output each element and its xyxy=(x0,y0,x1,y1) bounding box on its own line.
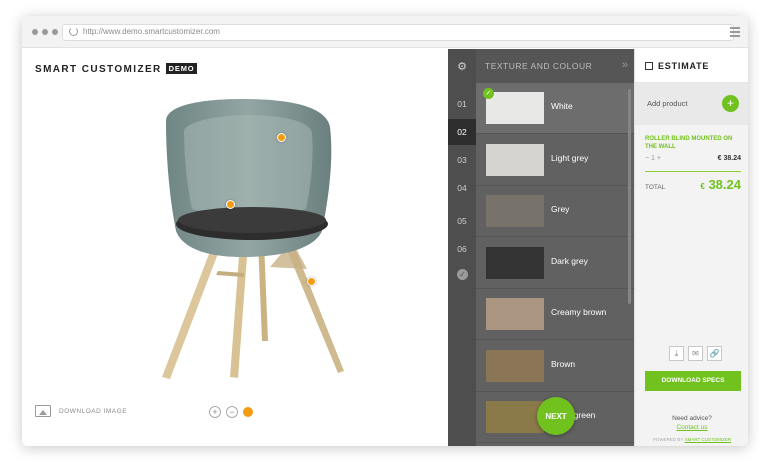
zoom-indicator[interactable] xyxy=(243,407,253,417)
collapse-arrow-icon[interactable]: » xyxy=(622,59,628,71)
link-icon[interactable]: 🔗 xyxy=(707,346,722,361)
total-label: TOTAL xyxy=(645,184,666,191)
powered-prefix: POWERED BY xyxy=(652,437,684,442)
window-dot[interactable] xyxy=(52,29,58,35)
add-product-plus-icon[interactable]: + xyxy=(722,95,739,112)
window-dot[interactable] xyxy=(32,29,38,35)
swatch-item[interactable]: Dark grey xyxy=(476,238,634,289)
image-download-icon xyxy=(35,405,51,417)
swatch-thumbnail[interactable] xyxy=(486,246,544,279)
contact-link[interactable]: Contact us xyxy=(635,423,748,432)
calculator-icon xyxy=(645,62,653,70)
swatch-label: White xyxy=(551,101,573,111)
line-item-price: € 38.24 xyxy=(717,155,741,162)
step-01[interactable]: 01 xyxy=(448,91,476,117)
swatch-item[interactable]: Light grey xyxy=(476,135,634,186)
window-dot[interactable] xyxy=(42,29,48,35)
advice-block: Need advice? Contact us xyxy=(635,414,748,432)
swatch-item[interactable]: Creamy brown xyxy=(476,289,634,340)
swatch-thumbnail[interactable] xyxy=(486,349,544,382)
steps-nav: ⚙ 01 02 03 04 05 06 ✓ xyxy=(448,49,476,446)
swatch-thumbnail[interactable] xyxy=(486,401,544,433)
texture-panel-title: TEXTURE AND COLOUR xyxy=(485,61,593,71)
total-value: € 38.24 xyxy=(700,177,741,192)
download-image-button[interactable]: DOWNLOAD IMAGE xyxy=(35,405,127,417)
hotspot-back[interactable] xyxy=(277,133,286,142)
advice-text: Need advice? xyxy=(672,415,712,422)
estimate-line-item: ROLLER BLIND MOUNTED ON THE WALL − 1 + €… xyxy=(645,135,741,162)
browser-window: http://www.demo.smartcustomizer.com SMAR… xyxy=(22,16,748,446)
swatch-thumbnail[interactable] xyxy=(486,143,544,176)
estimate-title: ESTIMATE xyxy=(658,61,710,71)
url-bar[interactable]: http://www.demo.smartcustomizer.com xyxy=(62,24,734,41)
quantity-value[interactable]: 1 xyxy=(651,155,655,162)
texture-panel-header: TEXTURE AND COLOUR » xyxy=(476,49,634,83)
step-03[interactable]: 03 xyxy=(448,147,476,173)
next-button[interactable]: NEXT xyxy=(537,397,575,435)
add-product-row[interactable]: Add product + xyxy=(635,83,748,125)
swatch-label: Grey xyxy=(551,204,570,214)
finish-check-icon[interactable]: ✓ xyxy=(457,269,468,280)
total-divider xyxy=(645,171,741,172)
brand-name: SMART CUSTOMIZER xyxy=(35,64,162,75)
texture-panel: TEXTURE AND COLOUR » White ✓ Light grey Gre… xyxy=(476,49,634,446)
estimate-header: ESTIMATE xyxy=(635,49,748,83)
menu-icon[interactable] xyxy=(730,27,740,39)
demo-badge: DEMO xyxy=(165,63,198,74)
swatch-item[interactable]: White ✓ xyxy=(476,83,634,134)
swatch-thumbnail[interactable] xyxy=(486,92,544,124)
brand-logo: SMART CUSTOMIZER DEMO xyxy=(35,63,198,75)
step-02[interactable]: 02 xyxy=(448,119,476,145)
mail-icon[interactable]: ✉ xyxy=(688,346,703,361)
step-06[interactable]: 06 xyxy=(448,236,476,262)
quantity-stepper[interactable]: − 1 + xyxy=(645,155,661,162)
powered-brand-link[interactable]: SMART CUSTOMIZER xyxy=(685,437,732,442)
swatch-thumbnail[interactable] xyxy=(486,298,544,330)
selected-check-icon: ✓ xyxy=(483,88,494,99)
chair-image xyxy=(162,99,344,379)
total-currency: € xyxy=(700,182,705,191)
line-item-name: ROLLER BLIND MOUNTED ON THE WALL xyxy=(645,136,733,150)
total-amount: 38.24 xyxy=(708,177,741,192)
swatch-thumbnail[interactable] xyxy=(486,195,544,227)
step-05[interactable]: 05 xyxy=(448,208,476,234)
swatch-item[interactable]: Brown xyxy=(476,341,634,392)
hotspot-seat[interactable] xyxy=(226,200,235,209)
download-specs-button[interactable]: DOWNLOAD SPECS xyxy=(645,371,741,391)
zoom-controls: + − xyxy=(209,406,253,418)
estimate-panel: ESTIMATE Add product + ROLLER BLIND MOUN… xyxy=(634,49,748,446)
url-text[interactable]: http://www.demo.smartcustomizer.com xyxy=(83,27,220,36)
swatch-label: Creamy brown xyxy=(551,307,607,317)
product-preview: SMART CUSTOMIZER DEMO DOWNLOAD IMAGE + − xyxy=(22,49,448,446)
powered-by: POWERED BY SMART CUSTOMIZER xyxy=(635,437,748,442)
download-icon[interactable]: ⤓ xyxy=(669,346,684,361)
step-04[interactable]: 04 xyxy=(448,175,476,201)
total-row: TOTAL € 38.24 xyxy=(645,177,741,192)
swatch-scrollbar[interactable] xyxy=(628,89,631,304)
gear-icon[interactable]: ⚙ xyxy=(448,49,476,83)
reload-icon[interactable] xyxy=(69,27,78,36)
swatch-item[interactable]: Grey xyxy=(476,186,634,237)
hotspot-legs[interactable] xyxy=(307,277,316,286)
browser-toolbar: http://www.demo.smartcustomizer.com xyxy=(22,16,748,48)
share-actions: ⤓ ✉ 🔗 xyxy=(669,346,722,361)
zoom-out-icon[interactable]: − xyxy=(226,406,238,418)
swatch-label: Light grey xyxy=(551,152,589,163)
zoom-in-icon[interactable]: + xyxy=(209,406,221,418)
window-controls xyxy=(32,29,58,35)
swatch-label: Dark grey xyxy=(551,255,588,266)
swatch-label: Brown xyxy=(551,358,576,369)
download-image-label: DOWNLOAD IMAGE xyxy=(59,407,128,415)
add-product-label: Add product xyxy=(647,99,688,108)
